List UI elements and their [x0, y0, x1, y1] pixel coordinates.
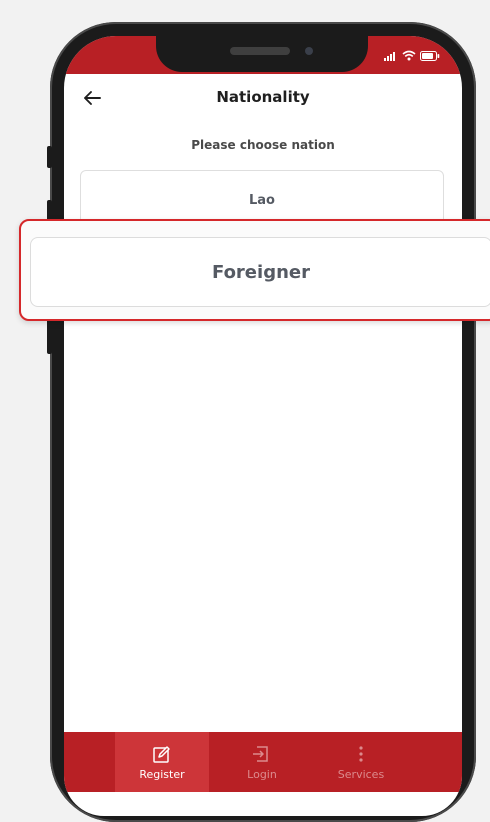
choose-nation-prompt: Please choose nation	[191, 138, 335, 152]
more-vertical-icon	[359, 745, 363, 762]
home-indicator	[199, 802, 327, 806]
page-title: Nationality	[216, 88, 310, 106]
foreigner-highlight-callout: Foreigner	[19, 219, 490, 321]
nav-services-tab[interactable]: Services	[314, 732, 408, 792]
app-header: Nationality	[64, 74, 462, 124]
signal-icon	[384, 52, 395, 61]
nav-register-tab[interactable]: Register	[115, 732, 209, 792]
edit-icon	[153, 745, 170, 763]
speaker-grille	[230, 47, 290, 55]
nav-services-label: Services	[337, 767, 385, 781]
side-button-mute	[47, 146, 52, 168]
app-screen: Nationality Please choose nation Lao Reg…	[64, 36, 462, 816]
nav-login-label: Login	[247, 767, 277, 781]
login-icon	[253, 745, 268, 762]
status-icons	[384, 50, 440, 61]
nav-register-label: Register	[139, 767, 185, 781]
phone-notch	[156, 36, 368, 72]
battery-icon	[420, 51, 440, 61]
nav-login-tab[interactable]: Login	[215, 732, 309, 792]
wifi-icon	[402, 50, 416, 61]
front-camera	[305, 47, 313, 55]
option-foreigner-button[interactable]: Foreigner	[30, 237, 490, 307]
bottom-nav: Register Login Services	[64, 732, 462, 792]
